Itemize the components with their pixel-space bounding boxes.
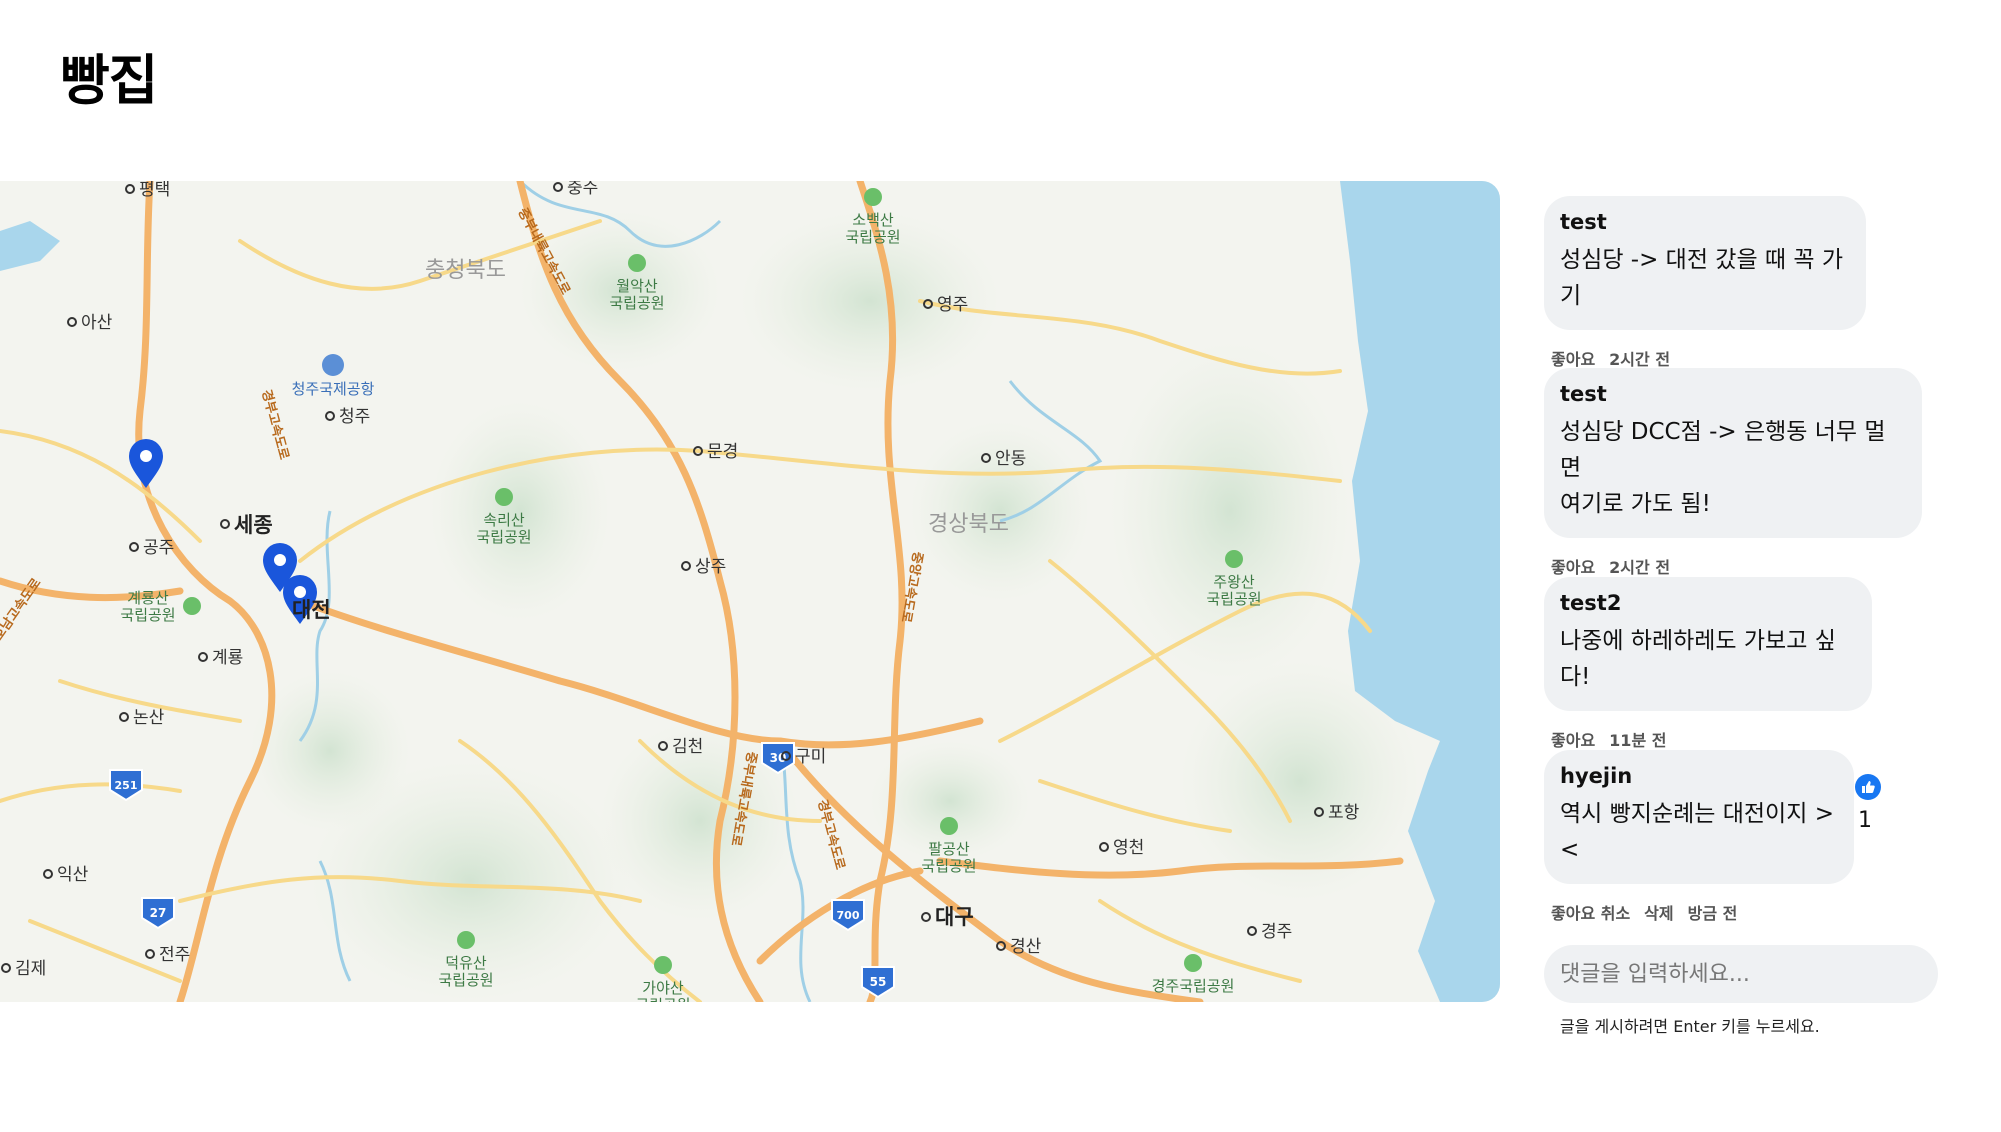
map-canvas[interactable]: 30 55 251 27 700 충청북도 경상북도 평택 아산 충주 청주 세…: [0, 181, 1500, 1002]
comment-text: 성심당 DCC점 -> 은행동 너무 멀면 여기로 가도 됨!: [1560, 419, 1886, 517]
comment-bubble: test 성심당 -> 대전 갔을 때 꼭 가기: [1544, 196, 1866, 330]
comment-meta: 좋아요 11분 전: [1544, 727, 1872, 751]
city-label: 경산: [1010, 937, 1042, 957]
comment: test 성심당 -> 대전 갔을 때 꼭 가기 좋아요 2시간 전: [1544, 196, 1866, 370]
comment-text: 역시 빵지순례는 대전이지 ><: [1560, 801, 1834, 863]
comment-author: test: [1560, 382, 1607, 406]
city-label: 상주: [695, 557, 726, 577]
city-label: 김천: [672, 737, 703, 757]
comment-author: test: [1560, 210, 1607, 234]
comment-bubble: test2 나중에 하레하레도 가보고 싶다!: [1544, 577, 1872, 711]
city-label: 안동: [995, 449, 1026, 469]
comment: test 성심당 DCC점 -> 은행동 너무 멀면 여기로 가도 됨! 좋아요…: [1544, 368, 1922, 578]
city-label: 익산: [57, 865, 89, 885]
park-label: 월악산 국립공원: [609, 277, 664, 312]
park-label: 소백산 국립공원: [845, 211, 900, 246]
like-button[interactable]: 좋아요: [1551, 350, 1595, 369]
park-label: 덕유산 국립공원: [438, 954, 493, 989]
map-view[interactable]: 30 55 251 27 700 충청북도 경상북도 평택 아산 충주 청주 세…: [0, 181, 1500, 1002]
comment-text: 성심당 -> 대전 갔을 때 꼭 가기: [1560, 247, 1844, 309]
city-label: 문경: [707, 442, 738, 462]
city-label: 공주: [143, 538, 174, 558]
shield-700: 700: [837, 909, 860, 922]
park-label: 팔공산 국립공원: [921, 840, 976, 875]
province-label: 충청북도: [425, 258, 506, 283]
city-label: 김제: [15, 959, 46, 979]
city-label: 포항: [1328, 803, 1360, 823]
like-button[interactable]: 좋아요: [1551, 731, 1595, 750]
city-label: 아산: [81, 313, 113, 333]
comment-input[interactable]: [1544, 945, 1938, 1003]
comment-meta: 좋아요 취소 삭제 방금 전: [1544, 900, 1854, 924]
city-label: 세종: [234, 513, 273, 537]
comment-time: 2시간 전: [1609, 350, 1671, 369]
park-label: 주왕산 국립공원: [1206, 573, 1261, 608]
comment-author: hyejin: [1560, 764, 1633, 788]
shield-251: 251: [115, 779, 138, 792]
shield-55: 55: [870, 975, 887, 989]
comment-time: 2시간 전: [1609, 558, 1671, 577]
delete-button[interactable]: 삭제: [1644, 904, 1673, 923]
park-label: 계룡산 국립공원: [120, 589, 175, 624]
city-label: 대구: [935, 905, 974, 929]
city-label: 대전: [292, 598, 331, 622]
city-label: 청주: [339, 407, 370, 427]
comment-bubble: hyejin 역시 빵지순례는 대전이지 ><: [1544, 750, 1854, 884]
park-label: 경주국립공원: [1152, 977, 1235, 995]
city-label: 경주: [1261, 922, 1292, 942]
like-button[interactable]: 좋아요: [1551, 558, 1595, 577]
comment-time: 11분 전: [1609, 731, 1667, 750]
airport-label: 청주국제공항: [292, 380, 375, 398]
park-label: 가야산국립공원: [635, 979, 690, 1002]
comment: hyejin 역시 빵지순례는 대전이지 >< 1 좋아요 취소 삭제 방금 전: [1544, 750, 1881, 924]
comment-meta: 좋아요 2시간 전: [1544, 346, 1866, 370]
comment-author: test2: [1560, 591, 1622, 615]
comment-time: 방금 전: [1687, 904, 1738, 923]
page-title: 빵집: [60, 49, 158, 112]
comment-text: 나중에 하레하레도 가보고 싶다!: [1560, 628, 1836, 690]
shield-27: 27: [150, 906, 167, 920]
comment-bubble: test 성심당 DCC점 -> 은행동 너무 멀면 여기로 가도 됨!: [1544, 368, 1922, 538]
city-label: 충주: [567, 181, 598, 198]
city-label: 논산: [133, 708, 165, 728]
comment-meta: 좋아요 2시간 전: [1544, 554, 1922, 578]
like-reaction-icon: [1855, 774, 1881, 800]
province-label: 경상북도: [928, 512, 1009, 537]
city-label: 영천: [1113, 838, 1144, 858]
park-label: 속리산 국립공원: [476, 511, 531, 546]
city-label: 구미: [795, 747, 826, 767]
city-label: 계룡: [212, 648, 243, 668]
unlike-button[interactable]: 좋아요 취소: [1551, 904, 1630, 923]
city-label: 영주: [937, 295, 968, 315]
city-label: 전주: [159, 945, 190, 965]
input-hint: 글을 게시하려면 Enter 키를 누르세요.: [1560, 1017, 1820, 1036]
comment: test2 나중에 하레하레도 가보고 싶다! 좋아요 11분 전: [1544, 577, 1872, 751]
city-label: 평택: [139, 181, 170, 200]
like-count: 1: [1858, 808, 1872, 833]
